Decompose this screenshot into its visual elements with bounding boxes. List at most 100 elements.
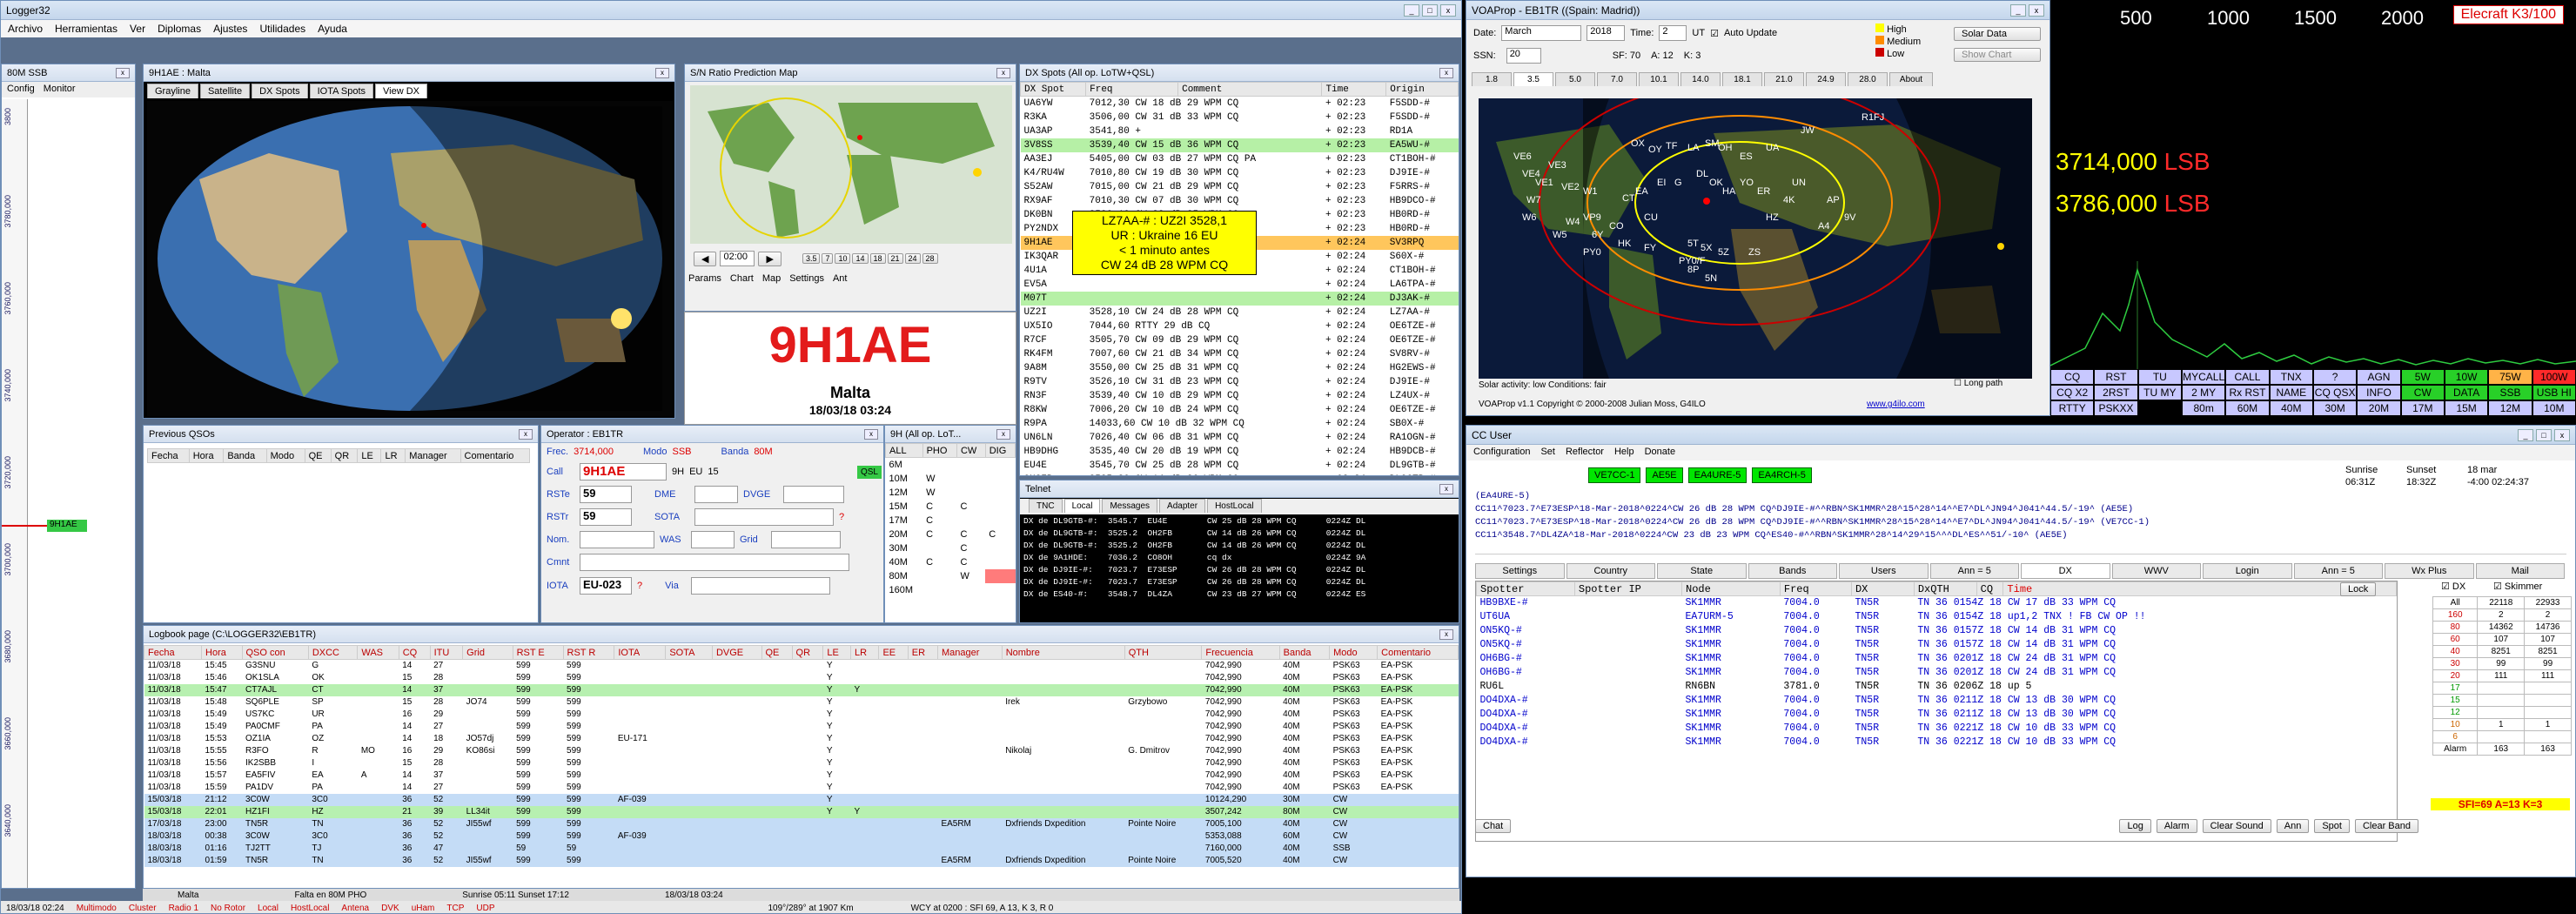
- bandmap-tab-monitor[interactable]: Monitor: [44, 84, 76, 96]
- logbook-header[interactable]: Fecha: [144, 645, 203, 660]
- cc-header[interactable]: Time: [2002, 581, 2397, 596]
- close-button[interactable]: x: [1440, 3, 1456, 17]
- logbook-row[interactable]: 18/03/18 01:16 TJ2TT TJ 36 47 59 59 7160,000 40M S…: [144, 842, 1459, 855]
- cc-spot-row[interactable]: RU6L RN6BN 3781.0 TN5R TN 36 0206Z 18 up 5: [1477, 680, 2397, 694]
- k3-macro-button[interactable]: AGN: [2357, 369, 2401, 385]
- solar-data-button[interactable]: Solar Data: [1954, 27, 2041, 41]
- cc-menu-help[interactable]: Help: [1614, 447, 1634, 459]
- cc-spot-row[interactable]: DO4DXA-# SK1MMR 7004.0 TN5R TN 36 0211Z 18 C…: [1477, 708, 2397, 722]
- globe-close-button[interactable]: x: [655, 67, 669, 78]
- logbook-row[interactable]: 11/03/18 15:47 CT7AJL CT 14 37 599 599 Y Y 7042,99…: [144, 683, 1459, 696]
- k3-macro-button[interactable]: TNX: [2269, 369, 2313, 385]
- voa-site-link[interactable]: www.g4ilo.com: [1867, 400, 1925, 409]
- cc-tab-mail[interactable]: Mail: [2475, 563, 2565, 579]
- logbook-row[interactable]: 11/03/18 15:57 EA5FIV EA A 14 37 599 599 Y 7042,99…: [144, 770, 1459, 782]
- cc-spot-row[interactable]: HB9BXE-# SK1MMR 7004.0 TN5R TN 36 0154Z 18 C…: [1477, 596, 2397, 610]
- band-count-row[interactable]: 30 99 99: [2432, 657, 2572, 670]
- sota-input[interactable]: [694, 508, 834, 526]
- snr-band-7[interactable]: 7: [822, 253, 834, 264]
- telnet-tab-local[interactable]: Local: [1063, 499, 1101, 513]
- globe-tab-iota-spots[interactable]: IOTA Spots: [309, 84, 374, 98]
- k3-macro-button[interactable]: CQ QSX: [2312, 385, 2358, 400]
- bandmap-tab-config[interactable]: Config: [7, 84, 35, 96]
- band-count-row[interactable]: 40 8251 8251: [2432, 645, 2572, 658]
- dx-spot-row[interactable]: AA3EJ 5405,00 CW 03 dB 27 WPM CQ PA + 02:2…: [1021, 152, 1459, 166]
- cc-tab-login[interactable]: Login: [2203, 563, 2292, 579]
- globe-tab-view-dx[interactable]: View DX: [375, 84, 427, 98]
- status-item[interactable]: Local: [258, 904, 278, 913]
- logbook-header[interactable]: DVGE: [711, 645, 762, 660]
- voa-year-field[interactable]: 2018: [1587, 25, 1626, 41]
- k3-macro-button[interactable]: CALL: [2225, 369, 2270, 385]
- cc-header[interactable]: DxQTH: [1913, 581, 1977, 596]
- k3-macro-button[interactable]: 100W: [2532, 369, 2576, 385]
- voa-band-28.0[interactable]: 28.0: [1848, 72, 1888, 86]
- voa-band-10.1[interactable]: 10.1: [1639, 72, 1679, 86]
- k3-macro-button[interactable]: TU MY: [2137, 385, 2182, 400]
- cc-tab-state[interactable]: State: [1657, 563, 1747, 579]
- status-item[interactable]: Cluster: [129, 904, 157, 913]
- telnet-close-button[interactable]: x: [1439, 483, 1453, 494]
- k3-macro-button[interactable]: 17M: [2400, 400, 2445, 416]
- cc-spot-row[interactable]: DO4DXA-# SK1MMR 7004.0 TN5R TN 36 0221Z 18 C…: [1477, 736, 2397, 749]
- cc-spot-row[interactable]: ON5KQ-# SK1MMR 7004.0 TN5R TN 36 0157Z 18 CW…: [1477, 624, 2397, 638]
- band-count-row[interactable]: 60 107 107: [2432, 633, 2572, 646]
- prevqso-header[interactable]: QR: [330, 448, 359, 463]
- k3-macro-button[interactable]: 40M: [2269, 400, 2313, 416]
- globe-tab-dx-spots[interactable]: DX Spots: [252, 84, 308, 98]
- logbook-header[interactable]: Manager: [936, 645, 1003, 660]
- menu-archivo[interactable]: Archivo: [8, 23, 43, 35]
- prevqso-header[interactable]: Manager: [405, 448, 461, 463]
- voa-propagation-map[interactable]: VE6VE4VE1VE3VE2W7W1W6 W4W5OX TFOY LA SMOHESU…: [1479, 98, 2032, 379]
- voa-band-About[interactable]: About: [1889, 72, 1933, 86]
- menu-ajustes[interactable]: Ajustes: [213, 23, 247, 35]
- band-count-row[interactable]: 10 1 1: [2432, 718, 2572, 731]
- cc-menu-configuration[interactable]: Configuration: [1473, 447, 1530, 459]
- cc-tab-country[interactable]: Country: [1566, 563, 1655, 579]
- dxspots-header[interactable]: Freq: [1085, 82, 1179, 97]
- voaprop-close-button[interactable]: x: [2029, 3, 2044, 17]
- k3-macro-button[interactable]: 2 MY: [2181, 385, 2226, 400]
- dme-input[interactable]: [694, 486, 738, 503]
- cc-node-button[interactable]: VE7CC-1: [1588, 467, 1641, 483]
- cc-ann-button[interactable]: Ann: [2276, 819, 2310, 833]
- snr-band-3.5[interactable]: 3.5: [802, 253, 821, 264]
- k3-macro-button[interactable]: CQ X2: [2050, 385, 2095, 400]
- globe-map[interactable]: [147, 101, 673, 416]
- longpath-checkbox[interactable]: ☐ Long path: [1954, 379, 2002, 388]
- band-count-row[interactable]: 6: [2432, 730, 2572, 743]
- k3-macro-button[interactable]: RTTY: [2050, 400, 2095, 416]
- minimize-button[interactable]: _: [1404, 3, 1419, 17]
- dx-spot-row[interactable]: 9A8M 3550,00 CW 25 dB 31 WPM CQ + 02:24 HG2…: [1021, 361, 1459, 375]
- cc-spot-row[interactable]: UT6UA EA7URM-5 7004.0 TN5R TN 36 0154Z 18 up…: [1477, 610, 2397, 624]
- logbook-header[interactable]: EE: [878, 645, 909, 660]
- logbook-row[interactable]: 18/03/18 00:38 3C0W 3C0 36 52 599 599 AF-039 5353…: [144, 830, 1459, 843]
- rst-rcvd-input[interactable]: 59: [580, 508, 632, 526]
- dx-spot-row[interactable]: EV5A + 02:24 LA6TPA-#: [1021, 278, 1459, 292]
- menu-herramientas[interactable]: Herramientas: [55, 23, 117, 35]
- band-count-row[interactable]: Alarm 163 163: [2432, 743, 2572, 756]
- voa-band-5.0[interactable]: 5.0: [1555, 72, 1595, 86]
- snr-prev-button[interactable]: ◀: [694, 251, 717, 266]
- qsl-badge[interactable]: QSL: [856, 465, 882, 479]
- k3-macro-button[interactable]: [2137, 400, 2182, 416]
- prevqso-header[interactable]: QE: [304, 448, 332, 463]
- cc-menu-set[interactable]: Set: [1540, 447, 1555, 459]
- logbook-row[interactable]: 15/03/18 21:12 3C0W 3C0 36 52 599 599 AF-039 Y 101…: [144, 793, 1459, 806]
- status-item[interactable]: Antena: [341, 904, 369, 913]
- voa-band-21.0[interactable]: 21.0: [1764, 72, 1804, 86]
- voa-band-7.0[interactable]: 7.0: [1597, 72, 1637, 86]
- dx-spot-row[interactable]: RN3F 3539,40 CW 10 dB 29 WPM CQ + 02:24 LZ4…: [1021, 389, 1459, 403]
- k3-macro-button[interactable]: Rx RST: [2225, 385, 2270, 400]
- dx-spot-row[interactable]: K4/RU4W 7010,80 CW 19 dB 30 WPM CQ + 02:23…: [1021, 166, 1459, 180]
- cc-header[interactable]: Node: [1681, 581, 1781, 596]
- k3-macro-button[interactable]: ?: [2312, 369, 2358, 385]
- snr-band-24[interactable]: 24: [904, 253, 921, 264]
- voa-band-24.9[interactable]: 24.9: [1806, 72, 1846, 86]
- cc-tab-settings[interactable]: Settings: [1475, 563, 1565, 579]
- globe-tab-satellite[interactable]: Satellite: [199, 84, 251, 98]
- k3-macro-button[interactable]: TU: [2137, 369, 2182, 385]
- logbook-header[interactable]: RST R: [562, 645, 615, 660]
- cc-header[interactable]: DX: [1850, 581, 1915, 596]
- band-count-row[interactable]: 80 14362 14736: [2432, 621, 2572, 634]
